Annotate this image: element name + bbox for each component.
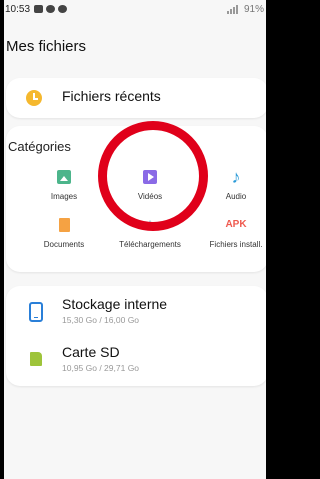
sync-notification-icon — [58, 5, 68, 13]
signal-icon — [226, 4, 238, 14]
storage-usage: 15,30 Go / 16,00 Go — [62, 315, 140, 325]
categories-title: Catégories — [8, 139, 71, 154]
app-notification-icon — [46, 5, 56, 13]
audio-icon: ♪ — [231, 167, 241, 187]
clock-icon — [26, 90, 42, 106]
category-installed-files[interactable]: APK Fichiers install. — [191, 218, 266, 249]
highlight-circle — [98, 121, 208, 231]
status-time: 10:53 — [5, 3, 31, 15]
battery-level: 91% — [243, 3, 264, 15]
storage-sd-card[interactable]: Carte SD 10,95 Go / 29,71 Go — [6, 338, 266, 384]
sd-card-icon — [30, 352, 42, 366]
category-label: Images — [50, 192, 78, 201]
gallery-notification-icon — [34, 5, 44, 13]
phone-storage-icon — [29, 302, 43, 322]
page-title: Mes fichiers — [6, 38, 87, 55]
storage-name: Carte SD — [62, 344, 120, 360]
recent-files-item[interactable]: Fichiers récents — [6, 78, 266, 118]
category-label: Téléchargements — [119, 240, 181, 249]
storage-internal[interactable]: Stockage interne 15,30 Go / 16,00 Go — [6, 290, 266, 336]
category-documents[interactable]: Documents — [19, 218, 109, 249]
storage-name: Stockage interne — [62, 296, 168, 312]
apk-icon: APK — [225, 219, 247, 230]
status-bar: 10:53 91% — [4, 0, 266, 18]
storage-card: Stockage interne 15,30 Go / 16,00 Go Car… — [6, 286, 266, 386]
storage-usage: 10,95 Go / 29,71 Go — [62, 363, 140, 373]
screen: 10:53 91% Mes fichiers Fichiers récents … — [4, 0, 266, 479]
document-icon — [58, 218, 70, 232]
category-images[interactable]: Images — [19, 170, 109, 201]
recent-files-label: Fichiers récents — [62, 88, 161, 104]
category-label: Fichiers install. — [209, 240, 263, 249]
category-label: Documents — [43, 240, 85, 249]
image-icon — [57, 170, 71, 184]
